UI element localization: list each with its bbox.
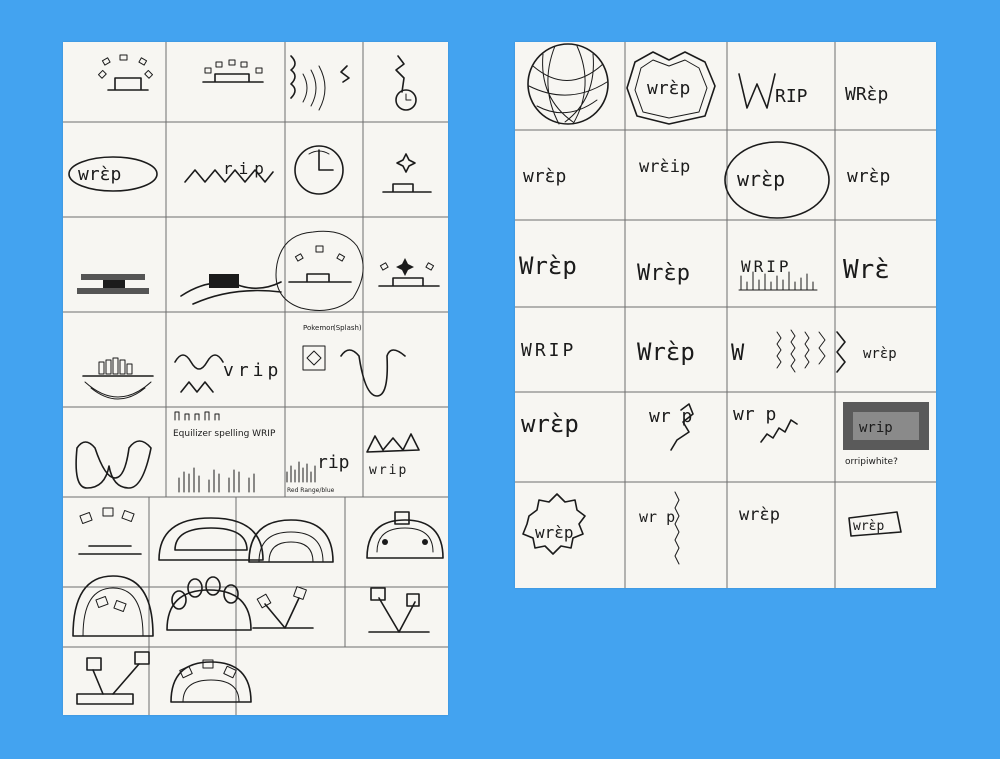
sketch-dome-4	[366, 511, 444, 559]
sketch-w-rip: RIP	[738, 73, 808, 109]
svg-text:vrip: vrip	[223, 360, 282, 381]
sketch-dark-note: wrip orripiwhite?	[843, 402, 929, 467]
word-r2c2: wrɛ̀ip	[639, 157, 690, 177]
sketch-red-range-rip: rip Red Range/blue	[286, 452, 350, 494]
sketch-crack-word: wr p	[649, 403, 694, 451]
svg-text:WRIP: WRIP	[741, 257, 792, 276]
sketch-light-stands-2	[368, 587, 430, 633]
svg-text:wr p: wr p	[639, 508, 675, 526]
word-r5c1: wrɛ̀p	[521, 410, 579, 438]
svg-text:orripiwhite?: orripiwhite?	[845, 457, 898, 467]
svg-text:WRɛ̀p: WRɛ̀p	[845, 84, 888, 105]
sketch-sound-waves	[290, 55, 350, 111]
sketch-sparkle-stage-2	[378, 258, 440, 287]
sketch-light-stands	[252, 586, 314, 629]
sketch-dome-7	[170, 659, 252, 703]
right-sketch-drawing: wrɛ̀p RIP WRɛ̀p wrɛ̀p wrɛ̀ip wrɛ̀p wrɛ̀p…	[515, 42, 936, 588]
svg-text:wr p: wr p	[649, 406, 692, 427]
sketch-torn-word: wrɛ̀p	[848, 511, 902, 537]
left-sketch-drawing: wrɛ̀p rip vrip Pokemon (Splash) Equilize…	[63, 42, 448, 715]
sketch-wrp-lightning: WRɛ̀p	[845, 84, 888, 105]
sketch-pokemon-w: Pokemon (Splash)	[302, 324, 406, 397]
word-r4c1: WRIP	[521, 340, 576, 361]
sketch-stage-lights-2	[202, 59, 264, 83]
sketch-clock-big	[294, 145, 344, 195]
svg-text:wr p: wr p	[733, 404, 776, 425]
word-r6c3: wrɛ̀p	[739, 505, 780, 525]
svg-text:Red Range/blue: Red Range/blue	[287, 487, 335, 494]
sketch-dome-5	[72, 575, 154, 637]
svg-text:wrɛ̀p: wrɛ̀p	[647, 78, 690, 99]
sketch-word-bubble: wrɛ̀p	[68, 156, 158, 192]
sketch-dome-1	[78, 507, 142, 555]
word-r3c1: Wrɛ̀p	[519, 252, 577, 280]
sketch-dome-6	[166, 576, 252, 631]
sketch-dark-bar	[77, 274, 149, 294]
svg-text:wrip: wrip	[859, 420, 893, 436]
sketch-equalizer-arc	[82, 357, 154, 400]
svg-text:wrɛ̀p: wrɛ̀p	[737, 167, 785, 191]
sketch-wave-word: vrip	[174, 354, 282, 393]
left-sketch-sheet: wrɛ̀p rip vrip Pokemon (Splash) Equilize…	[63, 42, 448, 715]
sketch-dome-3	[248, 519, 334, 563]
sketch-equalizer-wrip: WRIP	[738, 257, 818, 291]
word-r2c4: wrɛ̀p	[847, 166, 890, 187]
svg-text:Equilizer spelling WRIP: Equilizer spelling WRIP	[173, 429, 276, 439]
svg-text:wrɛ̀p: wrɛ̀p	[863, 346, 897, 362]
sketch-big-w	[75, 440, 152, 489]
svg-text:rip: rip	[317, 452, 350, 473]
right-sketch-sheet: wrɛ̀p RIP WRɛ̀p wrɛ̀p wrɛ̀ip wrɛ̀p wrɛ̀p…	[515, 42, 936, 588]
sketch-bubble-word: wrɛ̀p	[724, 141, 830, 219]
svg-text:RIP: RIP	[775, 86, 808, 107]
right-grid	[515, 42, 936, 588]
sketch-crown-word: wrip	[366, 433, 420, 478]
sketch-wavy-bar	[180, 274, 282, 305]
canvas: wrɛ̀p rip vrip Pokemon (Splash) Equilize…	[0, 0, 1000, 759]
sketch-zigzag-small: wrɛ̀p	[836, 331, 897, 373]
svg-text:wrɛ̀p: wrɛ̀p	[78, 164, 121, 185]
sketch-zigzag-w: W	[731, 329, 826, 373]
sketch-sparkle-stage	[382, 153, 432, 193]
sketch-globe	[527, 43, 609, 125]
svg-text:rip: rip	[223, 159, 270, 178]
word-r4c2: Wrɛ̀p	[637, 338, 695, 366]
word-r2c1: wrɛ̀p	[523, 166, 566, 187]
svg-text:Pokemon: Pokemon	[303, 324, 335, 332]
sketch-dome-2	[158, 517, 264, 561]
sketch-zigzag-word: rip	[184, 159, 274, 183]
sketch-splash-word: wrɛ̀p	[522, 493, 586, 555]
sketch-clock	[395, 55, 417, 111]
sketch-stage-splash	[275, 230, 364, 311]
sketch-split-word: wr p	[639, 491, 680, 565]
svg-text:wrɛ̀p: wrɛ̀p	[853, 519, 884, 534]
svg-text:(Splash): (Splash)	[333, 324, 362, 332]
word-r3c2: Wrɛ̀p	[637, 261, 690, 286]
sketch-hex-word: wrɛ̀p	[626, 51, 716, 125]
sketch-stair-word: wr p	[733, 404, 798, 443]
svg-text:W: W	[731, 341, 745, 366]
sketch-equalizer-spelling: Equilizer spelling WRIP	[173, 411, 276, 493]
sketch-stand-monitor	[76, 651, 150, 705]
svg-text:wrip: wrip	[369, 463, 408, 478]
word-r3c4: Wrɛ̀	[843, 255, 890, 285]
svg-text:wrɛ̀p: wrɛ̀p	[535, 523, 574, 542]
sketch-stage-lights	[97, 54, 154, 91]
